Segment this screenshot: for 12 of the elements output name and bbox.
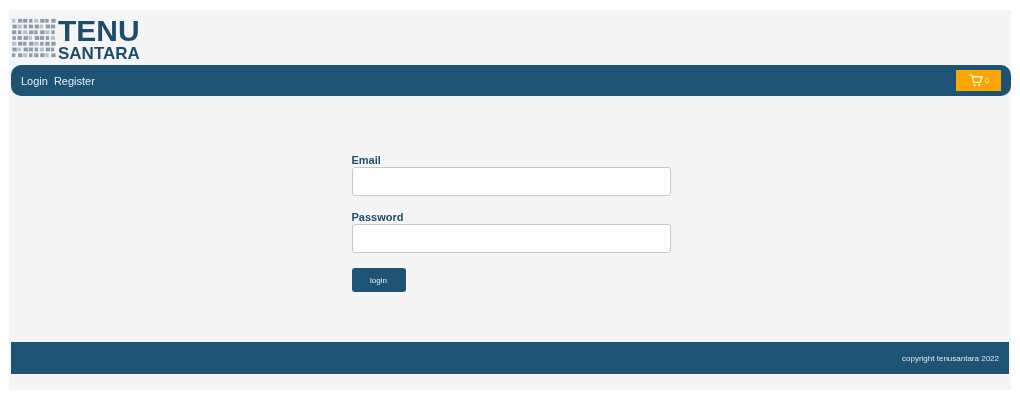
field-label: Email — [351, 154, 381, 166]
input-field[interactable] — [351, 167, 671, 196]
batik-pattern-icon — [12, 16, 56, 60]
nav-link[interactable]: Register — [53, 74, 95, 87]
input-field[interactable] — [351, 224, 671, 253]
nav-link[interactable]: Login — [21, 74, 48, 87]
cart-icon — [967, 74, 983, 87]
field-label: Password — [351, 211, 404, 223]
logo-text: TENU — [58, 17, 140, 45]
copyright-text: copyright tenusantara 2022 — [902, 353, 999, 363]
login-button[interactable]: login — [351, 268, 406, 292]
logo-text: SANTARA — [58, 45, 140, 63]
